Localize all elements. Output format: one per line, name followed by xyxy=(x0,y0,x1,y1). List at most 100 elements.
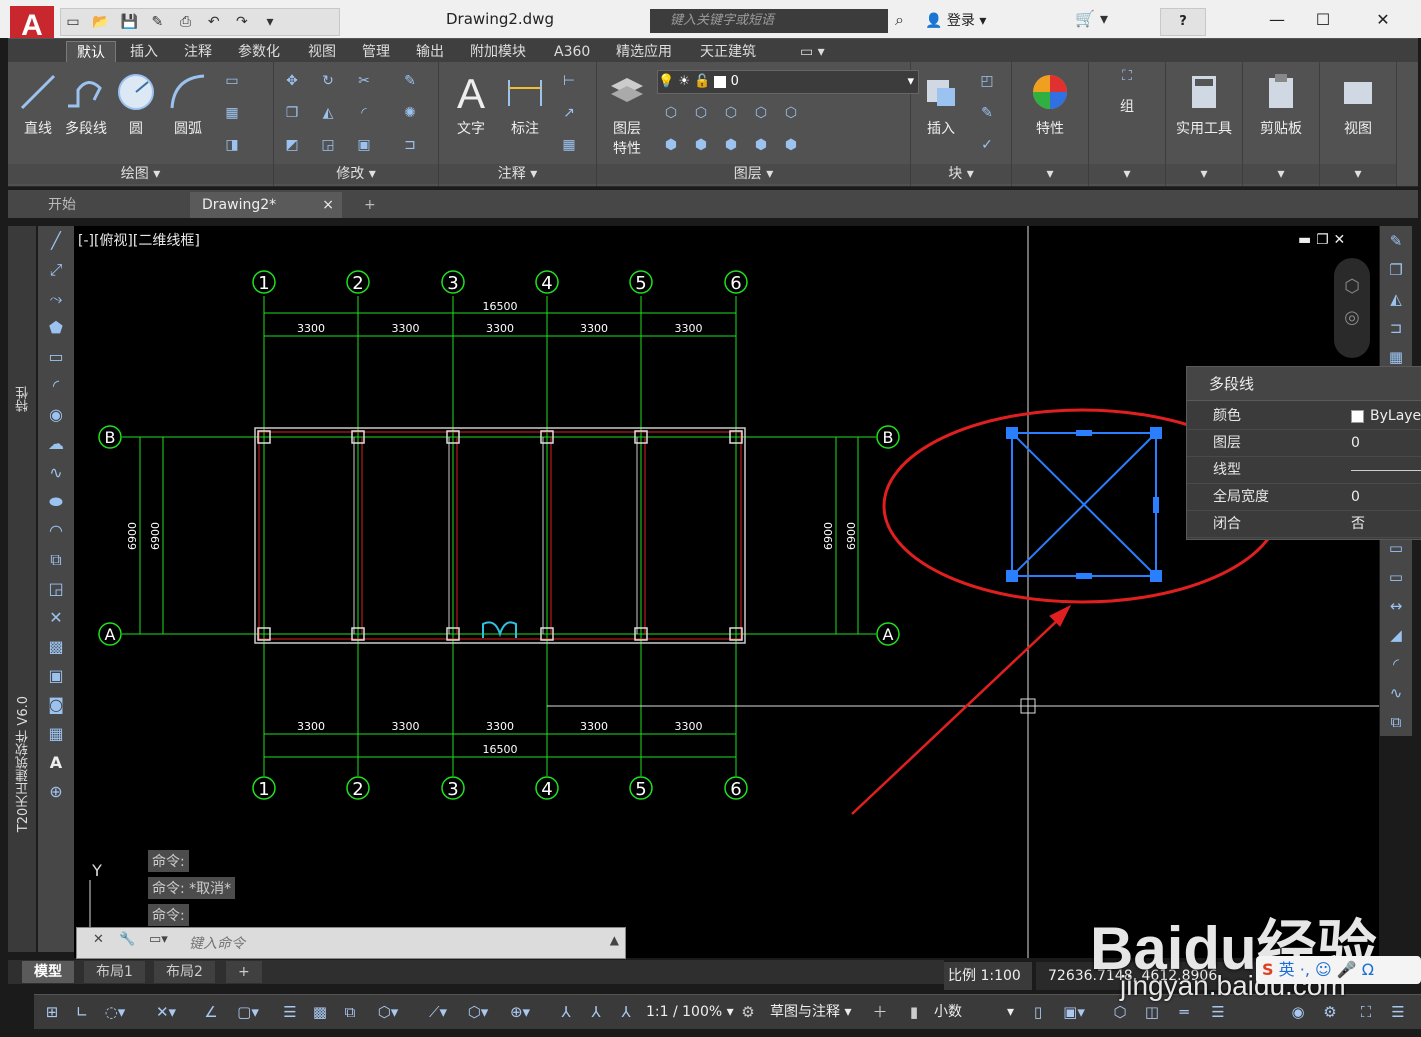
t20-app-label[interactable]: T20天正建筑软件 V6.0 xyxy=(14,696,33,832)
layer-tool-9-icon[interactable]: ⬢ xyxy=(749,134,773,156)
annotation-scale-icon[interactable]: ⅄ xyxy=(612,999,640,1025)
lineweight-icon[interactable]: ☰ xyxy=(276,999,304,1025)
settings-icon[interactable]: ⚙ xyxy=(1316,999,1344,1025)
gradient-icon[interactable]: ◨ xyxy=(220,134,244,156)
tab-parametric[interactable]: 参数化 xyxy=(228,41,290,63)
minimize-button[interactable]: — xyxy=(1254,6,1300,34)
command-prompt-icon[interactable]: ▭▾ xyxy=(149,932,168,947)
tab-manage[interactable]: 管理 xyxy=(352,41,400,63)
point-icon[interactable]: ✕ xyxy=(42,605,70,631)
trim-icon[interactable]: ✂ xyxy=(352,70,376,92)
circle-button[interactable]: 圆 xyxy=(106,68,166,138)
layer-tool-8-icon[interactable]: ⬢ xyxy=(719,134,743,156)
tab-output[interactable]: 输出 xyxy=(406,41,454,63)
region-icon[interactable]: ◙ xyxy=(42,692,70,718)
lock-ui-icon[interactable]: ▣▾ xyxy=(1054,999,1094,1025)
search-input[interactable]: 键入关键字或短语 xyxy=(650,9,888,33)
clipboard-panel-expand[interactable]: ▾ xyxy=(1243,164,1319,184)
punctuation-icon[interactable]: ·, xyxy=(1300,960,1310,979)
viewcube-icon[interactable]: ⬡ xyxy=(1334,276,1370,297)
offset-tool-icon[interactable]: ⊐ xyxy=(1383,315,1409,341)
explode-tool-icon[interactable]: ∿ xyxy=(1383,680,1409,706)
drawing-canvas[interactable]: 1 2 3 4 5 6 1 2 3 4 5 6 B B A A 3300 3300 3300 3300 3300 1650… xyxy=(74,226,1379,958)
ellipse-icon[interactable]: ⬬ xyxy=(42,489,70,515)
layer-tool-5-icon[interactable]: ⬡ xyxy=(779,102,803,124)
clean-screen-icon[interactable]: ═ xyxy=(1170,999,1198,1025)
gradient-tool-icon[interactable]: ▣ xyxy=(42,663,70,689)
property-row-layer[interactable]: 图层 0 xyxy=(1187,430,1421,457)
edit-block-icon[interactable]: ✎ xyxy=(975,102,999,124)
viewport-window-controls[interactable]: ▬ ❐ ✕ xyxy=(1298,232,1345,248)
properties-side-label[interactable]: 特性 xyxy=(14,386,33,412)
block-attribute-icon[interactable]: ✓ xyxy=(975,134,999,156)
navigation-bar[interactable]: ⬡ ◎ xyxy=(1334,258,1370,358)
circle-tool-icon[interactable]: ◉ xyxy=(42,402,70,428)
stretch-icon[interactable]: ◩ xyxy=(280,134,304,156)
isolate-objects-icon[interactable]: ⬡ xyxy=(1106,999,1134,1025)
drawing-tab[interactable]: Drawing2* × xyxy=(190,192,342,218)
revcloud-icon[interactable]: ☁ xyxy=(42,431,70,457)
view-panel-expand[interactable]: ▾ xyxy=(1320,164,1396,184)
line-tool-icon[interactable]: ╱ xyxy=(42,228,70,254)
redo-icon[interactable]: ↷ xyxy=(232,11,252,33)
join-tool-icon[interactable]: ▭ xyxy=(1383,564,1409,590)
close-button[interactable]: ✕ xyxy=(1360,6,1406,34)
emoji-icon[interactable]: ☺ xyxy=(1315,960,1332,979)
ortho-icon[interactable]: ∟ xyxy=(68,999,96,1025)
command-input[interactable] xyxy=(187,932,591,956)
rectangle-tool-icon[interactable]: ▭ xyxy=(42,344,70,370)
rectangle-icon[interactable]: ▭ xyxy=(220,70,244,92)
plus-icon[interactable]: ＋ xyxy=(868,999,892,1025)
palette-title[interactable]: 多段线 xyxy=(1187,367,1421,401)
offset-icon[interactable]: ⊐ xyxy=(398,134,422,156)
menu-icon[interactable]: ☰ xyxy=(1384,999,1412,1025)
add-selected-icon[interactable]: ⊕ xyxy=(42,779,70,805)
construction-line-icon[interactable]: ⤢ xyxy=(42,257,70,283)
property-row-color[interactable]: 颜色ByLayer xyxy=(1187,403,1421,430)
workspace-switch[interactable]: 草图与注释 ▾ xyxy=(770,999,851,1025)
scale-dropdown[interactable]: 比例 1:100 ▾ xyxy=(944,962,1032,1012)
view-button[interactable]: 视图 xyxy=(1328,68,1388,138)
group-panel-expand[interactable]: ▾ xyxy=(1089,164,1165,184)
layer-tool-7-icon[interactable]: ⬢ xyxy=(689,134,713,156)
dimension-button[interactable]: 标注 xyxy=(495,68,555,138)
selection-cycling-icon[interactable]: ⧉ xyxy=(336,999,364,1025)
wrench-icon[interactable]: 🔧 xyxy=(119,932,135,947)
maximize-button[interactable]: ☐ xyxy=(1300,6,1346,34)
expand-history-icon[interactable]: ▲ xyxy=(610,933,619,947)
erase-icon[interactable]: ✎ xyxy=(398,70,422,92)
fillet-icon[interactable]: ◜ xyxy=(352,102,376,124)
customization-icon[interactable]: ☰ xyxy=(1204,999,1232,1025)
blend-tool-icon[interactable]: ◜ xyxy=(1383,651,1409,677)
save-icon[interactable]: 💾 xyxy=(119,11,139,33)
move-icon[interactable]: ✥ xyxy=(280,70,304,92)
layer-tool-10-icon[interactable]: ⬢ xyxy=(779,134,803,156)
property-row-linetype[interactable]: 线型 xyxy=(1187,457,1421,484)
modify-panel-title[interactable]: 修改 ▾ xyxy=(274,164,438,184)
quick-properties-icon[interactable]: ▯ xyxy=(1026,999,1050,1025)
layer-tool-6-icon[interactable]: ⬢ xyxy=(659,134,683,156)
dynamic-ucs-icon[interactable]: ⟋▾ xyxy=(418,999,458,1025)
layers-panel-title[interactable]: 图层 ▾ xyxy=(597,164,910,184)
annotation-scale-value[interactable]: 1:1 / 100% ▾ xyxy=(646,999,734,1025)
start-tab[interactable]: 开始 xyxy=(36,192,88,218)
tab-view[interactable]: 视图 xyxy=(298,41,346,63)
table-tool-icon[interactable]: ▦ xyxy=(42,721,70,747)
layer-properties-button[interactable]: 图层 特性 xyxy=(597,68,657,158)
hardware-accel-icon[interactable]: ◫ xyxy=(1138,999,1166,1025)
3d-tool-icon[interactable]: ⧉ xyxy=(1383,709,1409,735)
ribbon-options-icon[interactable]: ▭ ▾ xyxy=(790,41,835,63)
polyline-tool-icon[interactable]: ⤳ xyxy=(42,286,70,312)
floor-plan-drawing[interactable]: 1 2 3 4 5 6 1 2 3 4 5 6 B B A A 3300 3300 3300 3300 3300 1650… xyxy=(74,226,1379,958)
draw-panel-title[interactable]: 绘图 ▾ xyxy=(8,164,273,184)
layer-tool-1-icon[interactable]: ⬡ xyxy=(659,102,683,124)
undo-icon[interactable]: ↶ xyxy=(204,11,224,33)
annotation-panel-title[interactable]: 注释 ▾ xyxy=(439,164,596,184)
ime-toolbar[interactable]: S 英 ·, ☺ 🎤 Ω xyxy=(1256,956,1421,984)
gizmo-icon[interactable]: ⊕▾ xyxy=(500,999,540,1025)
leader-icon[interactable]: ↗ xyxy=(557,102,581,124)
graphics-performance-icon[interactable]: ◉ xyxy=(1284,999,1312,1025)
customize-qat-icon[interactable]: ▾ xyxy=(260,11,280,33)
property-row-closed[interactable]: 闭合否 xyxy=(1187,511,1421,538)
polar-tracking-icon[interactable]: ◌▾ xyxy=(98,999,132,1025)
